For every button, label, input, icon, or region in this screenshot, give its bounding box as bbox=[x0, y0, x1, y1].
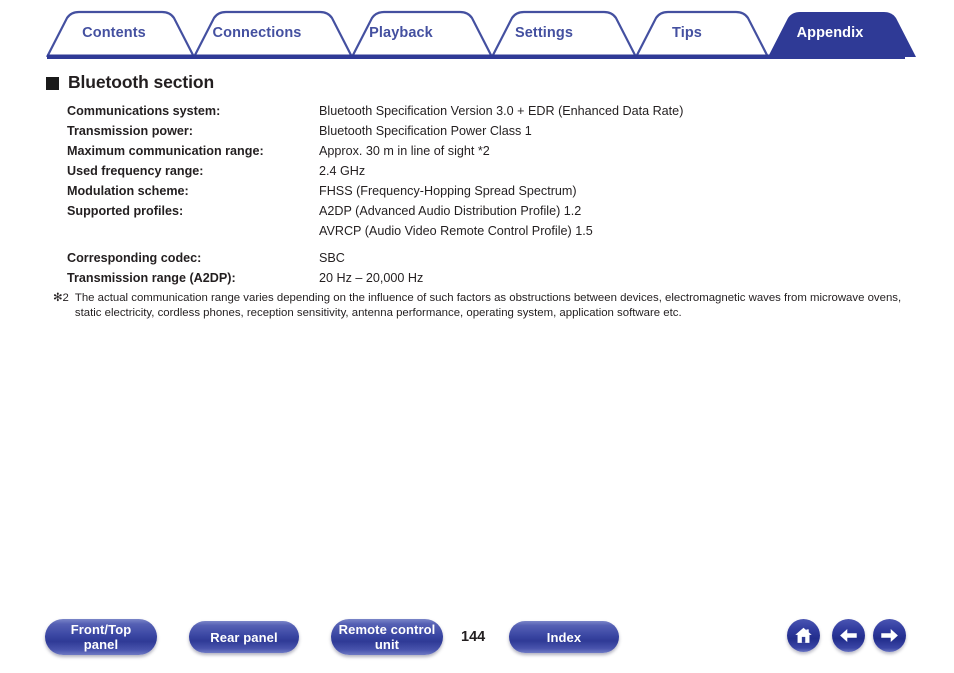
spec-value: Bluetooth Specification Version 3.0 + ED… bbox=[319, 104, 684, 118]
footer: Front/Top panel Rear panel Remote contro… bbox=[0, 614, 954, 673]
table-row: Transmission power: Bluetooth Specificat… bbox=[67, 121, 897, 141]
home-icon bbox=[795, 627, 812, 643]
square-bullet-icon bbox=[46, 77, 59, 90]
specification-table: Communications system: Bluetooth Specifi… bbox=[67, 101, 897, 288]
spec-label: Transmission range (A2DP): bbox=[67, 271, 236, 285]
tab-tips[interactable]: Tips bbox=[672, 25, 702, 41]
footnote-text: The actual communication range varies de… bbox=[74, 292, 902, 319]
table-row: Transmission range (A2DP): 20 Hz – 20,00… bbox=[67, 268, 897, 288]
spec-value: A2DP (Advanced Audio Distribution Profil… bbox=[319, 201, 897, 241]
home-button[interactable] bbox=[787, 619, 820, 652]
button-label: Index bbox=[546, 629, 582, 645]
back-button[interactable] bbox=[832, 619, 865, 652]
table-row: Corresponding codec: SBC bbox=[67, 241, 897, 268]
spec-label: Modulation scheme: bbox=[67, 184, 189, 198]
section-heading: Bluetooth section bbox=[46, 72, 214, 93]
tab-connections[interactable]: Connections bbox=[213, 25, 302, 41]
back-arrow-icon bbox=[840, 629, 857, 642]
table-row: Communications system: Bluetooth Specifi… bbox=[67, 101, 897, 121]
tab-contents[interactable]: Contents bbox=[82, 25, 146, 41]
spec-label: Communications system: bbox=[67, 104, 221, 118]
spec-value-line2: AVRCP (Audio Video Remote Control Profil… bbox=[319, 224, 593, 238]
front-top-panel-button[interactable]: Front/Top panel bbox=[45, 619, 157, 655]
spec-label: Maximum communication range: bbox=[67, 144, 264, 158]
spec-label: Supported profiles: bbox=[67, 204, 184, 218]
tab-appendix[interactable]: Appendix bbox=[797, 25, 864, 41]
section-title: Bluetooth section bbox=[68, 72, 215, 92]
spec-value: FHSS (Frequency-Hopping Spread Spectrum) bbox=[319, 184, 577, 198]
table-row: Modulation scheme: FHSS (Frequency-Hoppi… bbox=[67, 181, 897, 201]
spec-value-line1: A2DP (Advanced Audio Distribution Profil… bbox=[319, 204, 582, 218]
tab-settings[interactable]: Settings bbox=[515, 25, 573, 41]
tab-playback[interactable]: Playback bbox=[369, 25, 433, 41]
tab-bar-underline bbox=[47, 54, 905, 59]
button-label: Rear panel bbox=[210, 629, 278, 645]
forward-arrow-icon bbox=[881, 629, 898, 642]
remote-control-unit-button[interactable]: Remote control unit bbox=[331, 619, 443, 655]
spec-value: Bluetooth Specification Power Class 1 bbox=[319, 124, 532, 138]
spec-label: Used frequency range: bbox=[67, 164, 204, 178]
spec-value: 2.4 GHz bbox=[319, 164, 366, 178]
rear-panel-button[interactable]: Rear panel bbox=[189, 621, 299, 653]
spec-label: Corresponding codec: bbox=[67, 251, 202, 265]
footnote: ✻2 The actual communication range varies… bbox=[53, 291, 913, 321]
footnote-marker: ✻2 bbox=[53, 292, 69, 304]
page-number: 144 bbox=[461, 629, 486, 645]
table-row: Used frequency range: 2.4 GHz bbox=[67, 161, 897, 181]
index-button[interactable]: Index bbox=[509, 621, 619, 653]
spec-value: 20 Hz – 20,000 Hz bbox=[319, 271, 424, 285]
spec-value: SBC bbox=[319, 251, 345, 265]
button-label: Front/Top panel bbox=[70, 622, 132, 652]
button-label: Remote control unit bbox=[338, 622, 436, 652]
forward-button[interactable] bbox=[873, 619, 906, 652]
spec-value: Approx. 30 m in line of sight *2 bbox=[319, 144, 490, 158]
table-row: Maximum communication range: Approx. 30 … bbox=[67, 141, 897, 161]
spec-label: Transmission power: bbox=[67, 124, 193, 138]
tab-shape-tips bbox=[635, 10, 769, 58]
table-row: Supported profiles: A2DP (Advanced Audio… bbox=[67, 201, 897, 241]
tab-bar: Contents Connections Playback Settings T… bbox=[0, 0, 954, 60]
